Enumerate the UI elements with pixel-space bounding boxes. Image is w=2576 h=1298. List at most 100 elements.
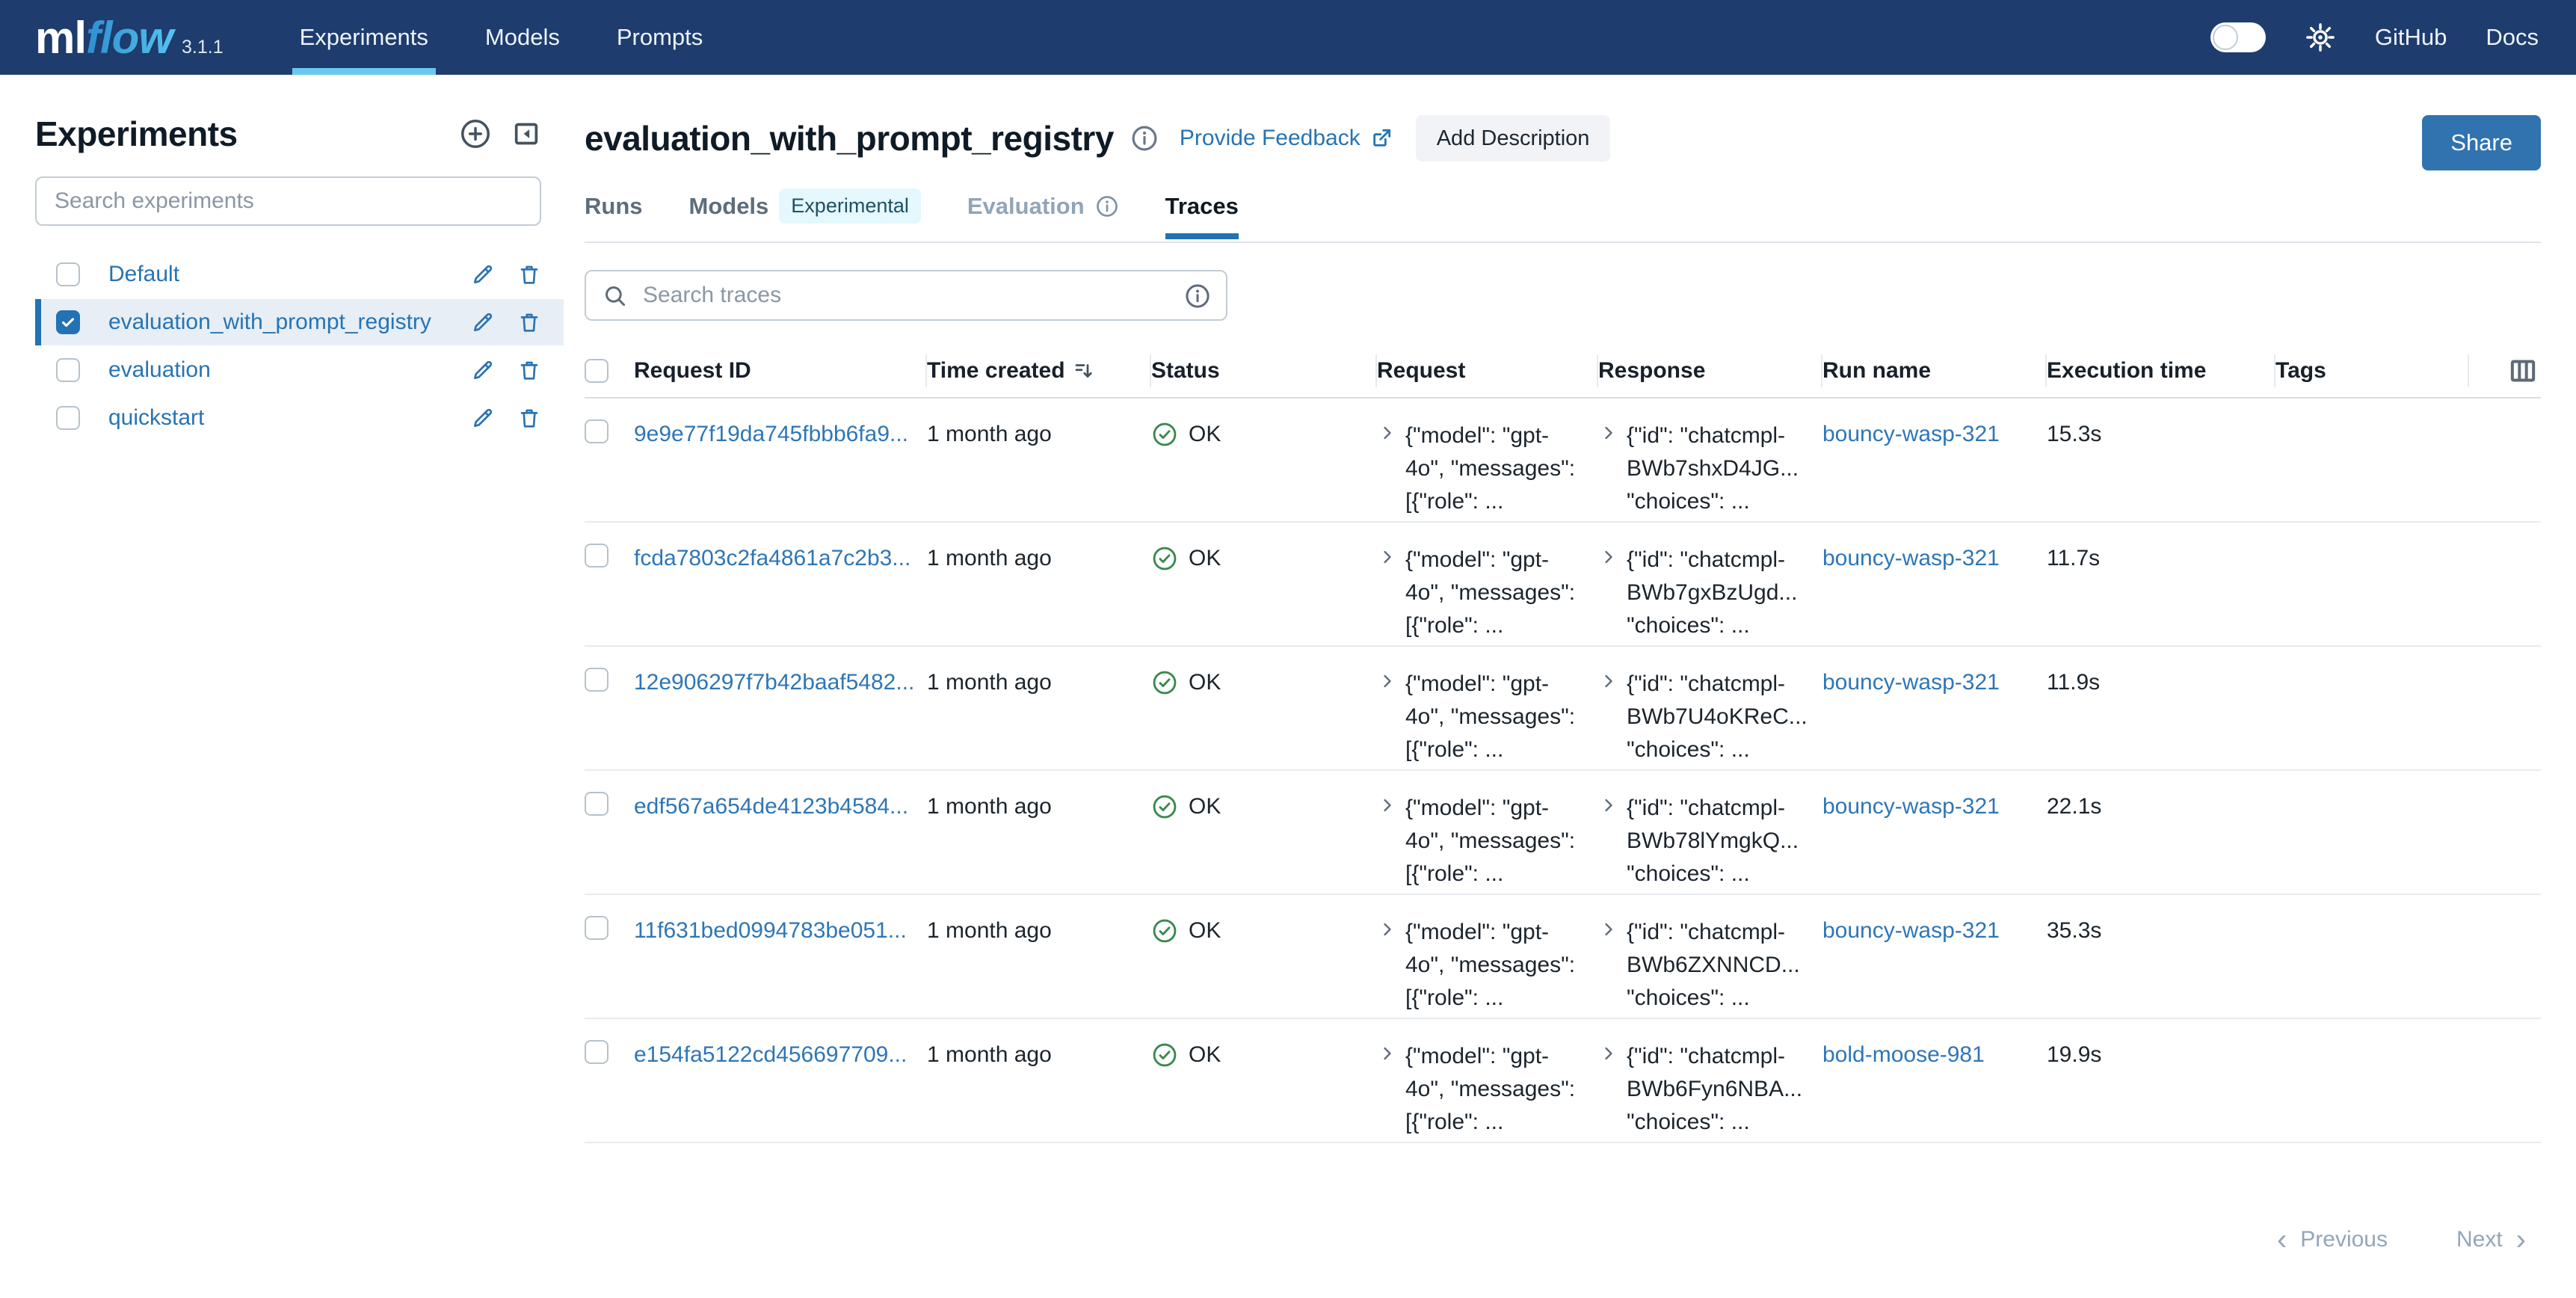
experiment-checkbox[interactable]: [56, 406, 80, 430]
add-description-button[interactable]: Add Description: [1416, 115, 1611, 162]
col-header-tags[interactable]: Tags: [2275, 354, 2469, 387]
expand-request-icon[interactable]: [1377, 547, 1398, 568]
traces-table-header: Request ID Time created Status Request R…: [585, 345, 2541, 399]
trace-request-preview: {"model": "gpt-4o", "messages":[{"role":…: [1405, 419, 1575, 518]
edit-experiment-icon[interactable]: [471, 310, 495, 334]
trace-request-id-link[interactable]: e154fa5122cd456697709...: [634, 1042, 907, 1067]
trace-checkbox[interactable]: [585, 1040, 608, 1064]
trace-run-name-link[interactable]: bouncy-wasp-321: [1822, 918, 2000, 943]
trace-run-name-link[interactable]: bouncy-wasp-321: [1822, 670, 2000, 695]
column-settings-icon[interactable]: [2508, 356, 2538, 386]
edit-experiment-icon[interactable]: [471, 262, 495, 286]
previous-page-button[interactable]: ‹ Previous: [2277, 1227, 2388, 1252]
create-experiment-icon[interactable]: [459, 117, 492, 150]
experiment-checkbox[interactable]: [56, 358, 80, 382]
experiment-link[interactable]: evaluation_with_prompt_registry: [108, 310, 431, 335]
status-badge: OK: [1151, 792, 1364, 822]
trace-request-id-link[interactable]: 12e906297f7b42baaf5482...: [634, 670, 914, 695]
col-header-request[interactable]: Request: [1377, 354, 1598, 387]
trace-run-name-link[interactable]: bouncy-wasp-321: [1822, 422, 2000, 446]
col-header-execution-time[interactable]: Execution time: [2047, 354, 2275, 387]
next-page-button[interactable]: Next ›: [2456, 1227, 2526, 1252]
experiment-list-item[interactable]: evaluation_with_prompt_registry: [35, 299, 564, 345]
trace-time-created: 1 month ago: [927, 668, 1151, 698]
col-header-response[interactable]: Response: [1598, 354, 1822, 387]
status-label: OK: [1189, 419, 1221, 449]
experiment-link[interactable]: evaluation: [108, 357, 211, 383]
theme-toggle[interactable]: [2210, 22, 2266, 52]
docs-link[interactable]: Docs: [2486, 24, 2539, 51]
mlflow-logo[interactable]: ml flow 3.1.1: [35, 12, 224, 64]
status-ok-icon: [1151, 1042, 1178, 1068]
expand-request-icon[interactable]: [1377, 795, 1398, 816]
trace-run-name-link[interactable]: bold-moose-981: [1822, 1042, 1985, 1067]
settings-gear-icon[interactable]: [2305, 22, 2336, 53]
search-traces-info-icon[interactable]: [1184, 283, 1211, 310]
expand-request-icon[interactable]: [1377, 1043, 1398, 1064]
delete-experiment-icon[interactable]: [517, 406, 541, 430]
expand-request-icon[interactable]: [1377, 671, 1398, 692]
expand-response-icon[interactable]: [1598, 422, 1619, 443]
share-button[interactable]: Share: [2422, 115, 2541, 170]
search-experiments-input[interactable]: [35, 176, 541, 226]
select-all-checkbox[interactable]: [585, 359, 608, 383]
experiment-checkbox[interactable]: [56, 262, 80, 286]
col-header-status[interactable]: Status: [1151, 354, 1377, 387]
expand-response-icon[interactable]: [1598, 1043, 1619, 1064]
col-header-run-name[interactable]: Run name: [1822, 354, 2047, 387]
trace-checkbox[interactable]: [585, 419, 608, 443]
expand-request-icon[interactable]: [1377, 422, 1398, 443]
trace-request-id-link[interactable]: edf567a654de4123b4584...: [634, 794, 908, 819]
expand-response-icon[interactable]: [1598, 795, 1619, 816]
nav-tab-models[interactable]: Models: [478, 0, 567, 75]
trace-request-preview: {"model": "gpt-4o", "messages":[{"role":…: [1405, 668, 1575, 766]
nav-tab-experiments[interactable]: Experiments: [292, 0, 436, 75]
delete-experiment-icon[interactable]: [517, 358, 541, 382]
trace-checkbox[interactable]: [585, 792, 608, 816]
trace-checkbox[interactable]: [585, 916, 608, 940]
trace-request-preview: {"model": "gpt-4o", "messages":[{"role":…: [1405, 792, 1575, 891]
trace-run-name-link[interactable]: bouncy-wasp-321: [1822, 794, 2000, 819]
expand-response-icon[interactable]: [1598, 671, 1619, 692]
expand-response-icon[interactable]: [1598, 919, 1619, 940]
tab-runs[interactable]: Runs: [585, 193, 643, 238]
delete-experiment-icon[interactable]: [517, 262, 541, 286]
edit-experiment-icon[interactable]: [471, 358, 495, 382]
traces-table: Request ID Time created Status Request R…: [585, 345, 2541, 1143]
expand-response-icon[interactable]: [1598, 547, 1619, 568]
edit-experiment-icon[interactable]: [471, 406, 495, 430]
experiment-list-item[interactable]: Default: [35, 251, 564, 298]
experiment-info-icon[interactable]: [1130, 124, 1159, 153]
search-traces-input[interactable]: [585, 270, 1227, 321]
tab-evaluation[interactable]: Evaluation: [967, 193, 1119, 238]
trace-checkbox[interactable]: [585, 544, 608, 568]
col-status-label: Status: [1151, 358, 1220, 384]
trace-run-name-link[interactable]: bouncy-wasp-321: [1822, 546, 2000, 570]
nav-tab-prompts[interactable]: Prompts: [609, 0, 710, 75]
delete-experiment-icon[interactable]: [517, 310, 541, 334]
trace-request-id-link[interactable]: fcda7803c2fa4861a7c2b3...: [634, 546, 910, 570]
trace-row: e154fa5122cd456697709... 1 month ago OK …: [585, 1019, 2541, 1143]
experiment-link[interactable]: Default: [108, 262, 179, 287]
experiment-list-item[interactable]: evaluation: [35, 347, 564, 393]
expand-request-icon[interactable]: [1377, 919, 1398, 940]
experiment-link[interactable]: quickstart: [108, 405, 204, 431]
sort-descending-icon[interactable]: [1073, 360, 1095, 382]
experiment-list-item[interactable]: quickstart: [35, 395, 564, 441]
collapse-sidebar-icon[interactable]: [511, 119, 541, 149]
experimental-badge: Experimental: [779, 188, 921, 224]
github-link[interactable]: GitHub: [2375, 24, 2447, 51]
status-ok-icon: [1151, 793, 1178, 820]
col-request-id-label: Request ID: [634, 358, 751, 384]
status-ok-icon: [1151, 421, 1178, 448]
trace-request-id-link[interactable]: 9e9e77f19da745fbbb6fa9...: [634, 422, 908, 446]
trace-checkbox[interactable]: [585, 668, 608, 692]
trace-request-id-link[interactable]: 11f631bed0994783be051...: [634, 918, 907, 943]
traces-table-body: 9e9e77f19da745fbbb6fa9... 1 month ago OK…: [585, 399, 2541, 1143]
col-header-request-id[interactable]: Request ID: [634, 354, 927, 387]
experiment-checkbox[interactable]: [56, 310, 80, 334]
provide-feedback-link[interactable]: Provide Feedback: [1180, 126, 1393, 151]
tab-traces[interactable]: Traces: [1165, 193, 1239, 238]
col-header-time-created[interactable]: Time created: [927, 354, 1151, 387]
tab-models[interactable]: Models Experimental: [689, 188, 921, 242]
